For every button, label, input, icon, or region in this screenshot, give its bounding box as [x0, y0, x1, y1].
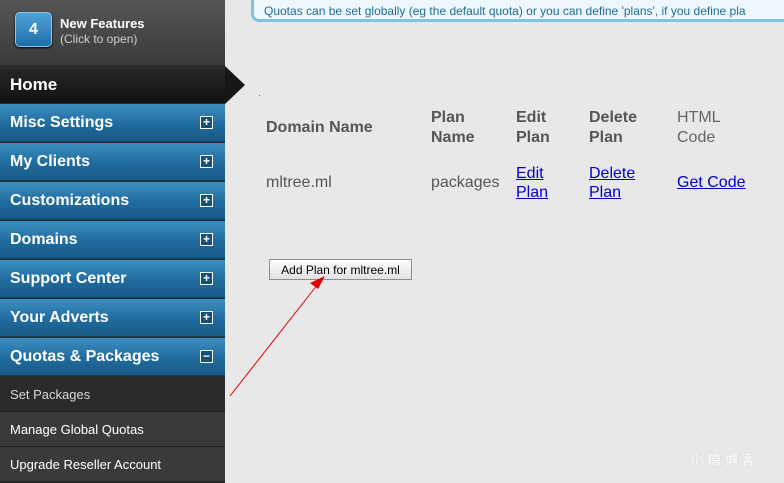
annotation-arrow-line — [229, 283, 319, 397]
annotation-arrow — [229, 276, 325, 397]
annotation-arrow-head — [310, 276, 325, 289]
watermark: 小糖博客 — [690, 452, 758, 468]
